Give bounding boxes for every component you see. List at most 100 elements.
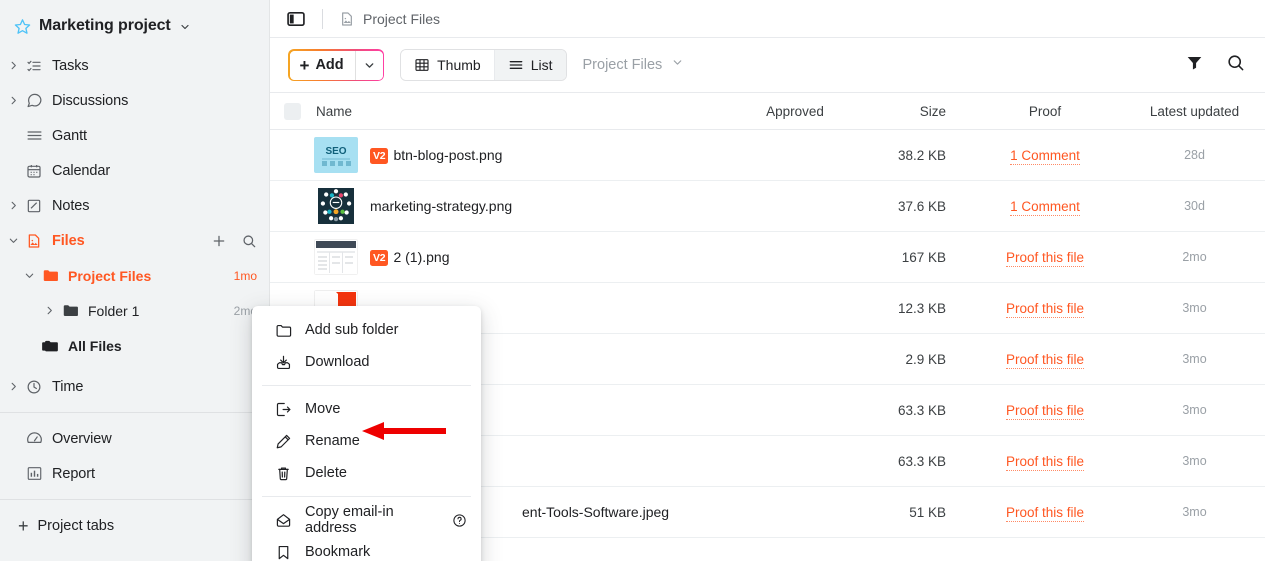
- folder-select[interactable]: Project Files: [583, 56, 685, 74]
- sidebar-item-tasks[interactable]: Tasks: [0, 48, 269, 83]
- chevron-down-icon[interactable]: [4, 232, 22, 250]
- filter-icon[interactable]: [1185, 53, 1204, 77]
- proof-link[interactable]: Proof this file: [1005, 250, 1085, 267]
- svg-text:SEO: SEO: [325, 146, 346, 157]
- column-header-latest-updated[interactable]: Latest updated: [1130, 104, 1265, 119]
- table-row[interactable]: V2 2 (1).png 167 KB Proof this file 2mo: [270, 232, 1265, 283]
- sidebar-subitem-label: All Files: [68, 337, 122, 354]
- column-header-name[interactable]: Name: [314, 104, 740, 119]
- size-cell: 12.3 KB: [897, 300, 946, 316]
- toolbar-right-actions: [1185, 53, 1247, 77]
- view-mode-thumb-label: Thumb: [437, 57, 481, 73]
- proof-cell[interactable]: Proof this file: [960, 300, 1130, 318]
- sidebar-item-report[interactable]: Report: [0, 456, 269, 491]
- menu-item-delete[interactable]: Delete: [252, 457, 481, 489]
- tab-label: Project Files: [363, 10, 441, 27]
- sidebar-item-files[interactable]: Files: [0, 223, 269, 258]
- menu-item-copy-email-in-address[interactable]: Copy email-in address: [252, 504, 481, 536]
- calendar-icon: [24, 161, 44, 181]
- help-circle-icon[interactable]: [452, 513, 467, 528]
- sidebar-item-label: Notes: [52, 197, 90, 214]
- menu-item-rename[interactable]: Rename: [252, 425, 481, 457]
- search-icon[interactable]: [241, 233, 257, 249]
- folder-select-label: Project Files: [582, 57, 663, 73]
- tab-project-files[interactable]: Project Files: [339, 11, 440, 27]
- proof-link[interactable]: 1 Comment: [1010, 199, 1080, 216]
- menu-item-move[interactable]: Move: [252, 393, 481, 425]
- chevron-right-icon[interactable]: [4, 92, 22, 110]
- add-dropdown-toggle[interactable]: [354, 50, 383, 80]
- sidebar-item-notes[interactable]: Notes: [0, 188, 269, 223]
- version-badge: V2: [370, 148, 389, 164]
- select-all-checkbox[interactable]: [283, 102, 301, 120]
- proof-link[interactable]: 1 Comment: [1010, 148, 1080, 165]
- proof-link[interactable]: Proof this file: [1005, 352, 1085, 369]
- latest-updated-cell: 3mo: [1182, 352, 1207, 366]
- project-header[interactable]: Marketing project: [0, 6, 269, 46]
- folder-plus-icon: [274, 321, 292, 339]
- sidebar-item-gantt[interactable]: Gantt: [0, 118, 269, 153]
- column-header-proof[interactable]: Proof: [960, 104, 1130, 119]
- clock-icon: [24, 377, 44, 397]
- menu-separator-2: [262, 496, 471, 497]
- file-name-cell[interactable]: V2 2 (1).png: [314, 239, 740, 275]
- toolbar: + Add Thumb List Project Files: [270, 38, 1265, 93]
- sidebar-item-label: Gantt: [52, 127, 87, 144]
- proof-cell[interactable]: Proof this file: [960, 504, 1130, 522]
- plus-icon[interactable]: [211, 233, 227, 249]
- sidebar-item-all-files[interactable]: All Files: [0, 328, 269, 363]
- sidebar-panel-toggle-icon[interactable]: [286, 9, 306, 29]
- table-row[interactable]: SEO V2 btn-blog-post.png 38.2 KB 1 Commen…: [270, 130, 1265, 181]
- proof-cell[interactable]: Proof this file: [960, 249, 1130, 267]
- latest-updated-cell: 30d: [1184, 199, 1205, 213]
- proof-cell[interactable]: Proof this file: [960, 351, 1130, 369]
- file-image-icon: [339, 11, 355, 27]
- sidebar-item-label: Calendar: [52, 162, 111, 179]
- chevron-right-icon[interactable]: [40, 302, 58, 320]
- view-mode-list[interactable]: List: [493, 50, 566, 80]
- menu-item-download[interactable]: Download: [252, 346, 481, 378]
- plus-icon: +: [299, 55, 310, 75]
- column-header-approved[interactable]: Approved: [740, 104, 850, 119]
- latest-updated-cell: 3mo: [1182, 505, 1207, 519]
- sidebar-item-calendar[interactable]: Calendar: [0, 153, 269, 188]
- proof-cell[interactable]: 1 Comment: [960, 147, 1130, 165]
- search-icon[interactable]: [1226, 53, 1245, 77]
- add-button-group[interactable]: + Add: [288, 49, 385, 81]
- tasks-icon: [24, 56, 44, 76]
- sidebar-item-discussions[interactable]: Discussions: [0, 83, 269, 118]
- proof-link[interactable]: Proof this file: [1005, 454, 1085, 471]
- chevron-right-icon[interactable]: [4, 57, 22, 75]
- chevron-right-icon[interactable]: [4, 197, 22, 215]
- menu-item-add-sub-folder[interactable]: Add sub folder: [252, 314, 481, 346]
- file-name-cell[interactable]: SEO V2 btn-blog-post.png: [314, 137, 740, 173]
- column-header-size[interactable]: Size: [850, 104, 960, 119]
- sidebar-item-time[interactable]: Time: [0, 369, 269, 404]
- proof-link[interactable]: Proof this file: [1005, 301, 1085, 318]
- table-row[interactable]: marketing-strategy.png 37.6 KB 1 Comment…: [270, 181, 1265, 232]
- menu-item-bookmark[interactable]: Bookmark: [252, 536, 481, 561]
- proof-link[interactable]: Proof this file: [1005, 505, 1085, 522]
- sidebar-item-overview[interactable]: Overview: [0, 421, 269, 456]
- project-title: Marketing project: [39, 17, 171, 34]
- file-thumbnail: [314, 239, 358, 275]
- chevron-down-icon[interactable]: [179, 20, 191, 32]
- proof-cell[interactable]: 1 Comment: [960, 198, 1130, 216]
- sidebar-item-label: Report: [52, 465, 95, 482]
- proof-cell[interactable]: Proof this file: [960, 453, 1130, 471]
- add-button[interactable]: + Add: [289, 50, 355, 80]
- chevron-down-icon[interactable]: [20, 267, 38, 285]
- star-icon[interactable]: [14, 18, 31, 35]
- sidebar-item-project-files[interactable]: Project Files 1mo: [0, 258, 269, 293]
- add-project-tabs-button[interactable]: + Project tabs: [0, 508, 269, 544]
- view-mode-thumb[interactable]: Thumb: [401, 50, 494, 80]
- proof-cell[interactable]: Proof this file: [960, 402, 1130, 420]
- chevron-down-icon[interactable]: [671, 56, 684, 74]
- folder-icon: [60, 301, 80, 321]
- sidebar-item-folder-1[interactable]: Folder 1 2mo: [0, 293, 269, 328]
- trash-icon: [274, 464, 292, 482]
- chevron-right-icon[interactable]: [4, 378, 22, 396]
- proof-link[interactable]: Proof this file: [1005, 403, 1085, 420]
- file-name-text: 2 (1).png: [393, 248, 450, 265]
- file-name-cell[interactable]: marketing-strategy.png: [314, 188, 740, 224]
